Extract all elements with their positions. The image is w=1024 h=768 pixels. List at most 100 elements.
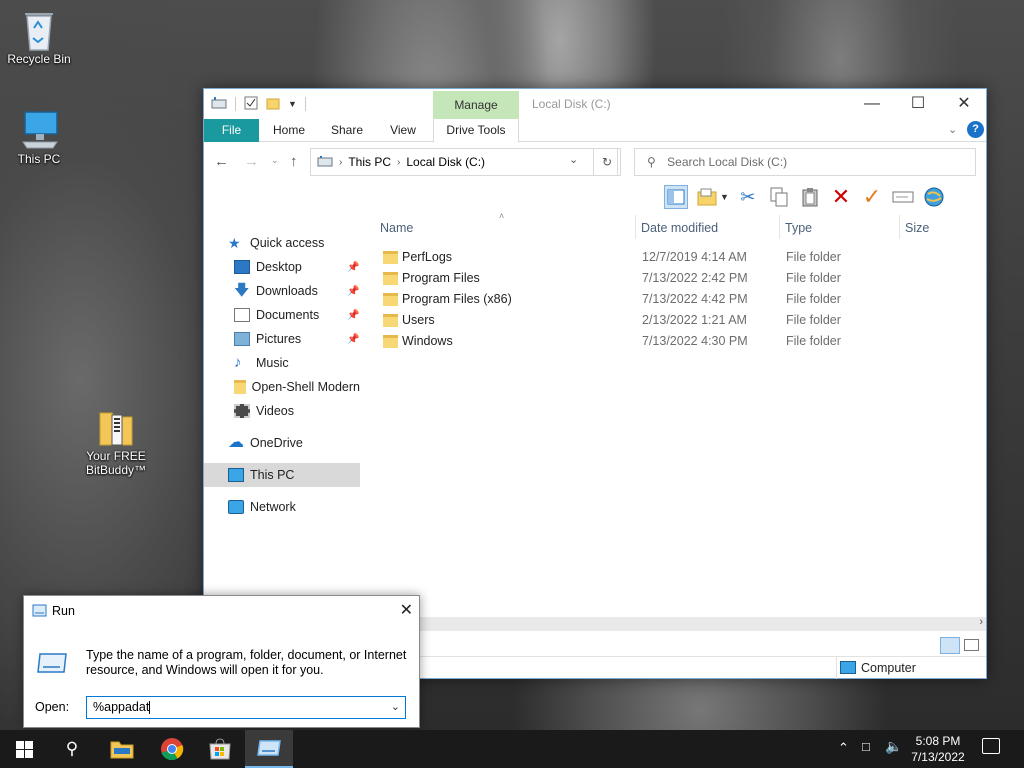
sidebar-item-network[interactable]: Network — [204, 495, 360, 519]
text-cursor — [149, 701, 151, 715]
preview-pane-icon[interactable] — [664, 185, 688, 209]
desktop-icon-label: Recycle Bin — [7, 52, 71, 66]
breadcrumb-local-disk[interactable]: Local Disk (C:) — [406, 155, 485, 169]
close-button[interactable]: ✕ — [941, 89, 987, 119]
cloud-icon: ☁ — [228, 434, 244, 451]
table-row[interactable]: Windows 7/13/2022 4:30 PM File folder — [380, 332, 980, 352]
table-row[interactable]: PerfLogs 12/7/2019 4:14 AM File folder — [380, 248, 980, 268]
clock-date: 7/13/2022 — [911, 750, 965, 764]
show-hidden-icons-icon[interactable]: ⌃ — [838, 740, 849, 756]
desktop-icon-recycle-bin[interactable]: Recycle Bin — [1, 8, 77, 66]
close-button[interactable]: ✕ — [400, 600, 413, 620]
forward-button[interactable]: → — [244, 153, 259, 170]
tab-manage[interactable]: Manage — [433, 91, 519, 119]
address-bar[interactable]: › This PC › Local Disk (C:) ⌄ — [310, 148, 618, 176]
tab-share[interactable]: Share — [322, 119, 372, 142]
tab-home[interactable]: Home — [264, 119, 314, 142]
taskbar-file-explorer[interactable] — [98, 730, 146, 768]
taskbar-chrome[interactable] — [148, 730, 196, 768]
pin-icon[interactable]: 📌 — [347, 310, 359, 321]
delete-icon[interactable]: ✕ — [829, 184, 853, 209]
check-icon[interactable]: ✓ — [860, 184, 884, 209]
sidebar-item-pictures[interactable]: Pictures 📌 — [204, 327, 360, 351]
large-icons-view-icon[interactable] — [964, 639, 979, 651]
open-input[interactable]: %appadat ⌄ — [86, 696, 406, 719]
sidebar-item-open-shell[interactable]: Open-Shell Modern — [204, 375, 360, 399]
table-row[interactable]: Users 2/13/2022 1:21 AM File folder — [380, 311, 980, 331]
folder-icon — [383, 293, 398, 306]
column-header-size[interactable]: Size — [905, 221, 929, 235]
sidebar-item-label: Videos — [256, 404, 294, 418]
desktop-icon — [234, 260, 250, 274]
up-button[interactable]: ↑ — [290, 153, 298, 170]
search-input[interactable]: ⚲ Search Local Disk (C:) — [634, 148, 976, 176]
refresh-button[interactable]: ↻ — [593, 148, 621, 176]
chrome-icon — [161, 738, 184, 761]
view-dropdown-icon[interactable]: ▼ — [720, 192, 729, 202]
address-dropdown-icon[interactable]: ⌄ — [569, 153, 578, 166]
properties-icon[interactable] — [244, 96, 258, 113]
sidebar-item-label: Documents — [256, 308, 320, 322]
sidebar-item-downloads[interactable]: 🡇 Downloads 📌 — [204, 279, 360, 303]
table-row[interactable]: Program Files (x86) 7/13/2022 4:42 PM Fi… — [380, 290, 980, 310]
details-view-icon[interactable] — [940, 637, 960, 654]
customize-qat-icon[interactable]: ▼ — [288, 99, 297, 109]
pin-icon[interactable]: 📌 — [347, 286, 359, 297]
pin-icon[interactable]: 📌 — [347, 334, 359, 345]
tab-file[interactable]: File — [204, 119, 259, 142]
desktop-icon-bitbuddy[interactable]: Your FREE BitBuddy™ — [78, 405, 154, 477]
chevron-down-icon[interactable]: ⌄ — [391, 697, 400, 718]
qat-separator — [235, 97, 236, 111]
taskbar-store[interactable] — [196, 730, 244, 768]
open-input-value: %appadat — [93, 700, 150, 714]
sidebar-item-quick-access[interactable]: ★ Quick access — [204, 231, 360, 255]
search-button[interactable]: ⚲ — [48, 730, 96, 768]
help-icon[interactable]: ? — [967, 121, 984, 138]
column-header-name[interactable]: Name — [380, 221, 413, 235]
clock[interactable]: 5:08 PM 7/13/2022 — [898, 733, 978, 765]
rename-icon[interactable] — [891, 185, 915, 209]
minimize-button[interactable]: — — [849, 89, 895, 119]
column-header-date-modified[interactable]: Date modified — [641, 221, 718, 235]
globe-icon[interactable] — [922, 185, 946, 209]
recent-locations-icon[interactable]: ⌄ — [271, 155, 279, 166]
back-button[interactable]: ← — [214, 153, 229, 170]
column-separator[interactable] — [779, 215, 780, 239]
recycle-bin-icon — [19, 8, 59, 51]
pin-icon[interactable]: 📌 — [347, 262, 359, 273]
desktop-icon-label: Your FREE BitBuddy™ — [85, 449, 147, 477]
sidebar-item-documents[interactable]: Documents 📌 — [204, 303, 360, 327]
sidebar-item-onedrive[interactable]: ☁ OneDrive — [204, 431, 360, 455]
sidebar-item-music[interactable]: ♪ Music — [204, 351, 360, 375]
start-button[interactable] — [0, 730, 48, 768]
expand-ribbon-icon[interactable]: ⌄ — [948, 123, 957, 136]
file-name: PerfLogs — [402, 250, 453, 264]
drive-icon[interactable] — [211, 96, 227, 113]
folder-icon — [234, 380, 246, 394]
taskbar-run[interactable] — [245, 730, 293, 768]
sidebar-item-desktop[interactable]: Desktop 📌 — [204, 255, 360, 279]
maximize-button[interactable]: ☐ — [895, 89, 941, 119]
scroll-right-icon[interactable]: › — [979, 616, 983, 628]
column-separator[interactable] — [635, 215, 636, 239]
table-row[interactable]: Program Files 7/13/2022 2:42 PM File fol… — [380, 269, 980, 289]
desktop-icon-this-pc[interactable]: This PC — [1, 108, 77, 166]
column-separator[interactable] — [899, 215, 900, 239]
new-folder-icon[interactable] — [266, 96, 280, 113]
tab-view[interactable]: View — [378, 119, 428, 142]
sidebar-item-this-pc[interactable]: This PC — [204, 463, 360, 487]
view-options-icon[interactable] — [695, 185, 719, 209]
tab-drive-tools[interactable]: Drive Tools — [433, 119, 519, 142]
file-type: File folder — [786, 292, 841, 306]
copy-icon[interactable] — [767, 185, 791, 209]
sidebar-item-label: This PC — [250, 468, 295, 482]
sidebar-item-videos[interactable]: Videos — [204, 399, 360, 423]
column-header-type[interactable]: Type — [785, 221, 812, 235]
clock-time: 5:08 PM — [915, 734, 961, 748]
documents-icon — [234, 308, 250, 322]
network-status-icon[interactable]: □ — [862, 739, 870, 754]
notification-center-icon[interactable] — [982, 738, 1000, 754]
cut-icon[interactable]: ✂ — [736, 185, 760, 209]
paste-icon[interactable] — [798, 185, 822, 209]
breadcrumb-this-pc[interactable]: This PC — [348, 155, 391, 169]
